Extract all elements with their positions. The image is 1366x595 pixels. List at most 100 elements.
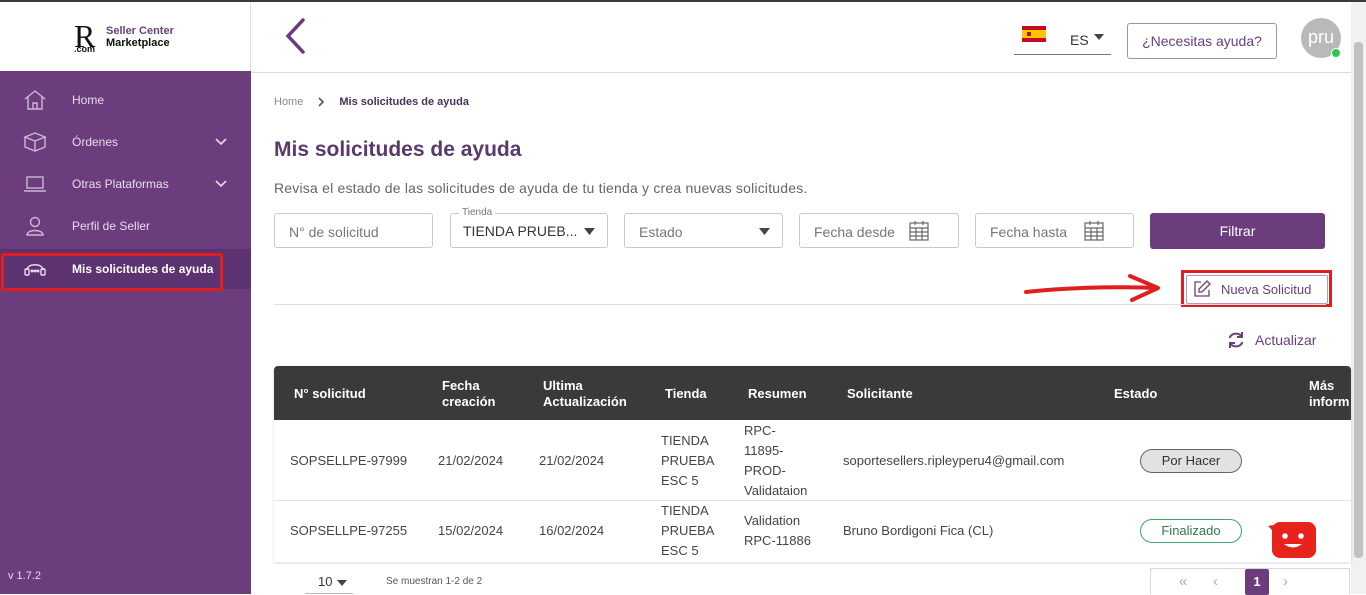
breadcrumb: Home Mis solicitudes de ayuda [274, 96, 469, 108]
column-header-requester[interactable]: Solicitante [847, 386, 913, 402]
sidebar-item-label: Órdenes [72, 135, 119, 149]
logo-line2: Marketplace [106, 37, 170, 49]
pagination-info: Se muestran 1-2 de 2 [386, 576, 483, 587]
sidebar-item-label: Otras Plataformas [72, 177, 169, 191]
user-icon [26, 216, 44, 236]
page-title: Mis solicitudes de ayuda [274, 138, 522, 161]
vertical-scrollbar[interactable] [1351, 2, 1366, 594]
sidebar-item-orders[interactable]: Órdenes [0, 122, 251, 162]
placeholder: Fecha desde [814, 224, 895, 240]
logo-line1: Seller Center [106, 25, 174, 37]
language-selector[interactable]: ES [1014, 22, 1111, 55]
caret-down-icon [337, 580, 347, 586]
annotation-arrow [1024, 274, 1160, 302]
chevron-down-icon[interactable] [214, 177, 228, 191]
date-to-input[interactable]: Fecha hasta [975, 213, 1134, 248]
cell-line: Validataion [744, 483, 808, 498]
sidebar-item-label: Home [72, 93, 105, 107]
column-header-status[interactable]: Estado [1114, 386, 1157, 402]
app-version: v 1.7.2 [8, 570, 42, 582]
column-header-more-info[interactable]: Más inform [1309, 378, 1349, 410]
breadcrumb-current: Mis solicitudes de ayuda [339, 96, 469, 108]
home-icon [24, 90, 46, 110]
logo-domain: .com [74, 44, 96, 54]
back-arrow-icon[interactable] [283, 16, 307, 56]
header-line: Fecha [442, 378, 480, 393]
store-label: Tienda [459, 207, 496, 218]
column-header-store[interactable]: Tienda [665, 386, 707, 402]
cell-line: ESC 5 [661, 473, 699, 488]
sidebar-item-label: Perfil de Seller [72, 219, 151, 233]
annotation-highlight-box [1, 253, 223, 291]
cell-line: TIENDA [661, 503, 709, 518]
prev-page-icon[interactable]: ‹ [1213, 573, 1218, 590]
cell-line: TIENDA [661, 433, 709, 448]
cell-created: 15/02/2024 [438, 523, 504, 538]
language-code: ES [1070, 32, 1089, 48]
column-header-summary[interactable]: Resumen [748, 386, 807, 402]
store-select[interactable]: Tienda TIENDA PRUEB... [450, 207, 608, 248]
table-row[interactable]: SOPSELLPE-97255 15/02/2024 16/02/2024 TI… [274, 501, 1351, 562]
calendar-icon[interactable] [1083, 220, 1105, 242]
cell-store: TIENDA PRUEBA ESC 5 [661, 501, 714, 561]
placeholder: N° de solicitud [289, 224, 379, 240]
table-row[interactable]: SOPSELLPE-97999 21/02/2024 21/02/2024 TI… [274, 420, 1351, 501]
top-header: ES ¿Necesitas ayuda? pru [251, 2, 1351, 73]
cell-line: Validation [744, 513, 801, 528]
page-size-select[interactable]: 10 [305, 570, 353, 594]
sidebar-item-home[interactable]: Home [0, 80, 251, 120]
cell-line: ESC 5 [661, 543, 699, 558]
refresh-button[interactable]: Actualizar [1226, 330, 1316, 350]
logo[interactable]: R .com Seller Center Marketplace [0, 2, 251, 71]
sidebar: R .com Seller Center Marketplace Home Ór… [0, 2, 251, 594]
cell-line: RPC- [744, 423, 776, 438]
filter-button[interactable]: Filtrar [1150, 213, 1325, 249]
placeholder: Fecha hasta [990, 224, 1068, 240]
pagination: « ‹ 1 › [1150, 568, 1350, 595]
cell-line: PROD- [744, 463, 786, 478]
header-line: Ultima [543, 378, 583, 393]
column-header-created[interactable]: Fecha creación [442, 378, 495, 410]
scrollbar-thumb[interactable] [1354, 42, 1363, 558]
header-line: Actualización [543, 394, 627, 409]
column-header-id[interactable]: N° solicitud [294, 386, 366, 402]
cell-updated: 16/02/2024 [539, 523, 605, 538]
cell-summary: Validation RPC-11886 [744, 511, 811, 551]
sidebar-item-seller-profile[interactable]: Perfil de Seller [0, 206, 251, 246]
status-badge: Finalizado [1140, 519, 1242, 543]
page-subtitle: Revisa el estado de las solicitudes de a… [274, 180, 808, 196]
table-header: N° solicitud Fecha creación Ultima Actua… [274, 366, 1351, 420]
next-page-icon[interactable]: › [1283, 573, 1288, 590]
column-header-updated[interactable]: Ultima Actualización [543, 378, 627, 410]
cell-line: 11895- [744, 443, 784, 458]
help-button[interactable]: ¿Necesitas ayuda? [1127, 23, 1277, 59]
caret-down-icon [584, 228, 595, 235]
first-page-icon[interactable]: « [1179, 573, 1187, 590]
caret-down-icon [1094, 34, 1104, 40]
sidebar-item-other-platforms[interactable]: Otras Plataformas [0, 164, 251, 204]
spain-flag-icon [1022, 26, 1046, 42]
breadcrumb-home[interactable]: Home [274, 96, 303, 108]
request-number-input[interactable]: N° de solicitud [274, 213, 433, 248]
current-page[interactable]: 1 [1245, 569, 1269, 595]
cell-created: 21/02/2024 [438, 453, 504, 468]
page-size-value: 10 [318, 574, 333, 589]
date-from-input[interactable]: Fecha desde [799, 213, 959, 248]
header-line: inform [1309, 394, 1350, 409]
cell-requester: soportesellers.ripleyperu4@gmail.com [843, 453, 1065, 468]
chevron-down-icon[interactable] [214, 135, 228, 149]
status-select[interactable]: Estado [624, 213, 783, 248]
laptop-icon [24, 176, 46, 192]
refresh-icon [1228, 332, 1244, 348]
chevron-right-icon [318, 97, 325, 107]
box-icon [23, 132, 47, 153]
chat-bot-icon[interactable] [1266, 518, 1318, 560]
cell-summary: RPC- 11895- PROD- Validataion [744, 421, 807, 501]
placeholder: Estado [639, 224, 683, 240]
calendar-icon[interactable] [908, 220, 930, 242]
cell-requester: Bruno Bordigoni Fica (CL) [843, 523, 994, 538]
cell-line: RPC-11886 [744, 533, 811, 548]
cell-id: SOPSELLPE-97255 [290, 523, 408, 538]
caret-down-icon [759, 228, 770, 235]
header-line: Más [1309, 378, 1335, 393]
